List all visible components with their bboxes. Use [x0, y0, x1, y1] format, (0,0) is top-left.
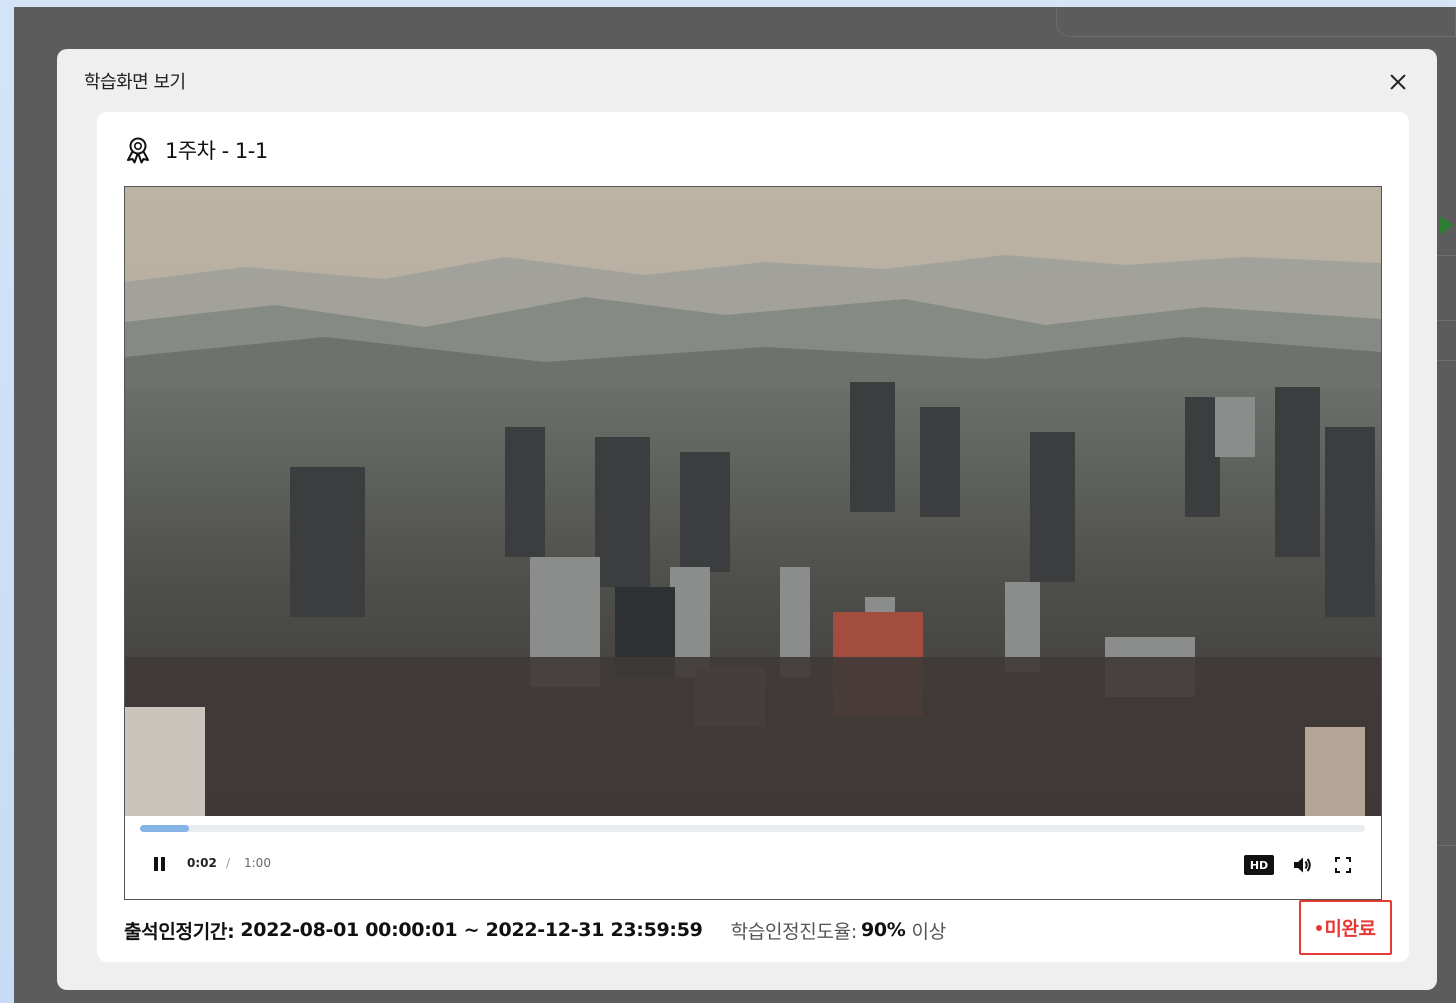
- video-image: [125, 187, 1381, 816]
- total-duration: 1:00: [244, 856, 271, 870]
- modal-title: 학습화면 보기: [84, 72, 186, 93]
- required-progress-label: 학습인정진도율:: [730, 920, 858, 943]
- status-dot-icon: [1315, 924, 1322, 931]
- progress-bar[interactable]: [140, 825, 1365, 832]
- required-progress-value: 90%: [860, 919, 906, 941]
- required-progress-suffix: 이상: [911, 920, 947, 943]
- learning-screen-modal: 학습화면 보기 1주차 - 1-1 0:02 / 1:00 HD 출석인정기간:…: [57, 49, 1437, 990]
- top-page-edge: [0, 0, 1456, 7]
- video-frame[interactable]: [125, 187, 1381, 816]
- pause-icon[interactable]: [153, 857, 167, 873]
- award-ribbon-icon: [127, 137, 149, 164]
- hd-quality-button[interactable]: HD: [1244, 855, 1274, 875]
- completion-status-badge: 미완료: [1299, 900, 1392, 955]
- volume-icon[interactable]: [1291, 854, 1313, 876]
- attendance-period-label: 출석인정기간:: [124, 920, 235, 943]
- lesson-card: 1주차 - 1-1 0:02 / 1:00 HD 출석인정기간: 2022-08…: [97, 112, 1409, 962]
- time-separator: /: [226, 856, 231, 870]
- current-time: 0:02: [187, 856, 217, 870]
- background-divider: [1434, 320, 1456, 321]
- left-page-edge: [0, 0, 14, 1003]
- fullscreen-icon[interactable]: [1334, 856, 1352, 874]
- close-icon[interactable]: [1383, 67, 1413, 97]
- lesson-header: 1주차 - 1-1: [124, 136, 268, 164]
- player-controls: 0:02 / 1:00 HD: [125, 847, 1381, 879]
- attendance-period-value: 2022-08-01 00:00:01 ~ 2022-12-31 23:59:5…: [240, 919, 703, 941]
- attendance-info: 출석인정기간: 2022-08-01 00:00:01 ~ 2022-12-31…: [124, 915, 946, 945]
- background-divider: [1434, 255, 1456, 256]
- background-play-arrow-icon: [1440, 216, 1454, 234]
- background-divider: [1434, 845, 1456, 846]
- lesson-title: 1주차 - 1-1: [165, 139, 268, 163]
- completion-status-text: 미완료: [1324, 918, 1376, 940]
- background-panel-edge: [1056, 7, 1456, 37]
- video-player: 0:02 / 1:00 HD: [124, 186, 1382, 900]
- progress-fill: [140, 825, 189, 832]
- background-divider: [1434, 360, 1456, 361]
